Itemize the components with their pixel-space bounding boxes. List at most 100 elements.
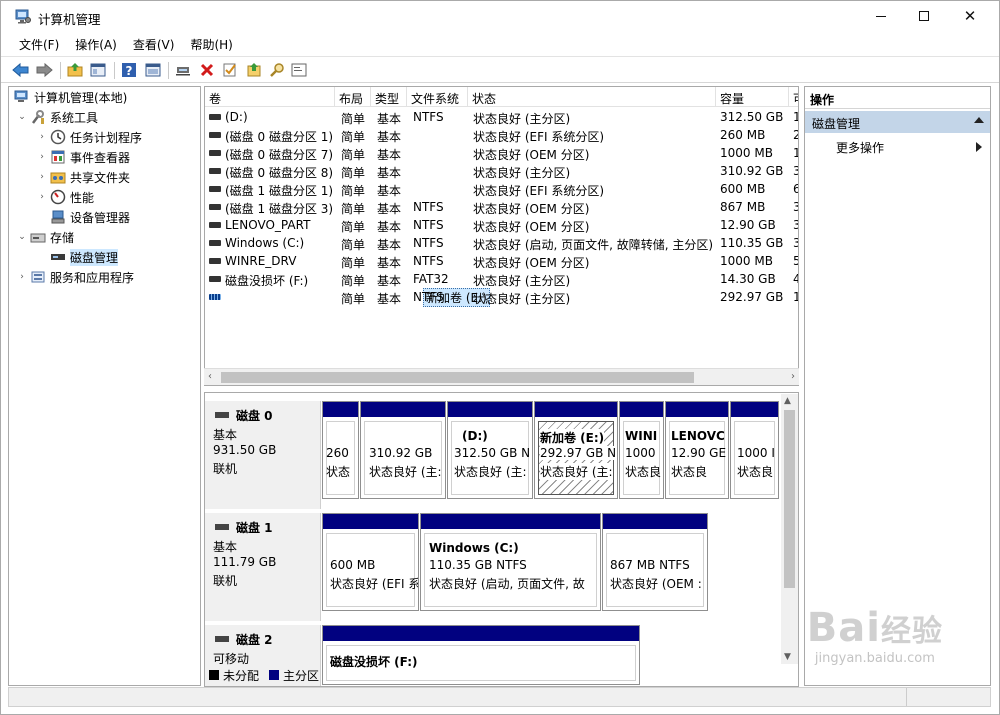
console-icon[interactable] xyxy=(290,61,308,79)
scroll-right-icon[interactable]: › xyxy=(791,371,795,382)
device-manager-icon xyxy=(50,209,66,225)
expanded-arrow-icon[interactable]: ⌄ xyxy=(16,232,28,242)
partition-block[interactable]: 310.92 GB 状态良好 (主: xyxy=(360,401,446,499)
partition-block[interactable]: 867 MB NTFS 状态良好 (OEM : xyxy=(602,513,708,611)
collapsed-arrow-icon[interactable]: › xyxy=(36,152,48,162)
table-row[interactable]: 磁盘没损坏 (F:) 简单基本 FAT32 状态良好 (主分区) 14.30 GB 4 xyxy=(205,270,798,288)
partition-block[interactable]: Windows (C:) 110.35 GB NTFS 状态良好 (启动, 页面… xyxy=(420,513,601,611)
partition-block[interactable]: LENOVC 12.90 GE 状态良 xyxy=(665,401,729,499)
col-filesystem[interactable]: 文件系统 xyxy=(407,87,468,107)
disk-0-row: 磁盘 0 基本 931.50 GB 联机 260 状态 310.92 GB 状态… xyxy=(205,401,780,509)
table-cell: 状态良好 (主分区) xyxy=(473,166,571,180)
partition-block[interactable]: (D:) 312.50 GB N 状态良好 (主: xyxy=(447,401,533,499)
back-icon[interactable] xyxy=(12,61,30,79)
table-row[interactable]: (磁盘 1 磁盘分区 3) 简单 基本 NTFS 状态良好 (OEM 分区) 867 MB… xyxy=(205,198,798,216)
volume-icon xyxy=(209,276,221,282)
partition-block-selected[interactable]: 新加卷 (E:) 292.97 GB N 状态良好 (主: xyxy=(534,401,618,499)
tree-root[interactable]: 计算机管理(本地) xyxy=(12,88,127,106)
baidu-watermark: Bai经验 jingyan.baidu.com xyxy=(806,605,943,666)
col-layout[interactable]: 布局 xyxy=(335,87,371,107)
table-row[interactable]: 新加卷 (E:)简单基本NTFS状态良好 (主分区)292.97 GB1 xyxy=(205,288,798,307)
table-row[interactable]: (磁盘 1 磁盘分区 1) 简单基本 状态良好 (EFI 系统分区) 600 MB 6 xyxy=(205,180,798,198)
tree-item-storage[interactable]: ⌄ 存储 xyxy=(16,228,74,246)
disk-1-label[interactable]: 磁盘 1 基本 111.79 GB 联机 xyxy=(205,513,321,621)
tree-item-event-viewer[interactable]: › 事件查看器 xyxy=(36,148,130,166)
partition-block[interactable]: 磁盘没损坏 (F:) xyxy=(322,625,640,685)
scroll-left-icon[interactable]: ‹ xyxy=(208,371,212,382)
expanded-arrow-icon[interactable]: ⌄ xyxy=(16,112,28,122)
col-capacity[interactable]: 容量 xyxy=(716,87,789,107)
partition-block[interactable]: 600 MB 状态良好 (EFI 系 xyxy=(322,513,419,611)
export-icon[interactable] xyxy=(245,61,263,79)
disk-0-label[interactable]: 磁盘 0 基本 931.50 GB 联机 xyxy=(205,401,321,509)
minimize-button[interactable] xyxy=(858,1,904,31)
scroll-down-icon[interactable]: ▼ xyxy=(784,652,791,662)
col-volume[interactable]: 卷 xyxy=(205,87,335,107)
table-cell: 110.35 GB xyxy=(720,236,784,250)
partition-block[interactable]: WINI 1000 状态良 xyxy=(619,401,664,499)
table-row[interactable]: (磁盘 0 磁盘分区 1) 简单基本 状态良好 (EFI 系统分区) 260 MB 2 xyxy=(205,126,798,144)
help-icon[interactable]: ? xyxy=(120,61,138,79)
table-cell: WINRE_DRV xyxy=(225,254,297,268)
table-row[interactable]: (磁盘 0 磁盘分区 8) 简单基本 状态良好 (主分区) 310.92 GB 3 xyxy=(205,162,798,180)
menu-file[interactable]: 文件(F) xyxy=(1,33,67,55)
table-cell: 3 xyxy=(793,200,798,214)
submenu-arrow-icon xyxy=(976,142,982,152)
tree-item-device-manager[interactable]: 设备管理器 xyxy=(48,208,130,226)
table-cell: (磁盘 0 磁盘分区 7) xyxy=(225,148,333,162)
search-icon[interactable] xyxy=(268,61,286,79)
actions-section-disk-management[interactable]: 磁盘管理 xyxy=(805,111,990,133)
table-cell: 292.97 GB xyxy=(720,290,784,304)
menu-action[interactable]: 操作(A) xyxy=(67,33,125,55)
menu-help[interactable]: 帮助(H) xyxy=(182,33,240,55)
tree-item-services-apps[interactable]: › 服务和应用程序 xyxy=(16,268,134,286)
collapsed-arrow-icon[interactable]: › xyxy=(36,192,48,202)
collapsed-arrow-icon[interactable]: › xyxy=(36,132,48,142)
hscroll-thumb[interactable] xyxy=(221,372,694,383)
check-icon[interactable] xyxy=(221,61,239,79)
up-folder-icon[interactable] xyxy=(66,61,84,79)
volume-icon xyxy=(209,186,221,192)
volume-list-hscrollbar[interactable]: ‹ › xyxy=(204,368,799,385)
close-button[interactable]: ✕ xyxy=(947,1,993,31)
more-actions-item[interactable]: 更多操作 xyxy=(805,136,990,156)
properties-icon[interactable] xyxy=(144,61,162,79)
col-status[interactable]: 状态 xyxy=(468,87,716,107)
tree-item-system-tools[interactable]: ⌄ 系统工具 xyxy=(16,108,98,126)
forward-icon[interactable] xyxy=(35,61,53,79)
table-cell: (磁盘 0 磁盘分区 8) xyxy=(225,166,333,180)
tree-item-performance[interactable]: › 性能 xyxy=(36,188,94,206)
tree-item-disk-management[interactable]: 磁盘管理 xyxy=(48,248,119,266)
partition-block[interactable]: 1000 I 状态良 xyxy=(730,401,779,499)
collapse-up-icon[interactable] xyxy=(974,117,984,123)
disk-icon xyxy=(215,524,229,530)
scroll-up-icon[interactable]: ▲ xyxy=(784,396,791,406)
volume-icon xyxy=(209,240,221,246)
disk-icon xyxy=(50,249,66,265)
table-row[interactable]: (磁盘 0 磁盘分区 7) 简单基本 状态良好 (OEM 分区) 1000 MB 1 xyxy=(205,144,798,162)
close-icon: ✕ xyxy=(963,7,977,25)
connect-icon[interactable] xyxy=(174,61,192,79)
table-row[interactable]: (D:) 简单基本 NTFS 状态良好 (主分区) 312.50 GB 1 xyxy=(205,108,798,126)
maximize-button[interactable] xyxy=(901,1,947,31)
tree-item-shared-folders[interactable]: › 共享文件夹 xyxy=(36,168,130,186)
table-row[interactable]: WINRE_DRV 简单基本 NTFS 状态良好 (OEM 分区) 1000 MB 5 xyxy=(205,252,798,270)
table-cell: 310.92 GB xyxy=(720,164,784,178)
collapsed-arrow-icon[interactable]: › xyxy=(36,172,48,182)
menu-view[interactable]: 查看(V) xyxy=(125,33,183,55)
vscroll-thumb[interactable] xyxy=(784,410,795,588)
legend-swatch-primary xyxy=(269,670,280,680)
table-cell: 3 xyxy=(793,218,798,232)
show-tree-icon[interactable] xyxy=(89,61,107,79)
table-row[interactable]: Windows (C:) 简单 基本 NTFS 状态良好 (启动, 页面文件, 故障转储… xyxy=(205,234,798,252)
computer-management-icon xyxy=(15,9,31,24)
col-type[interactable]: 类型 xyxy=(371,87,407,107)
tree-item-task-scheduler[interactable]: › 任务计划程序 xyxy=(36,128,142,146)
table-row[interactable]: LENOVO_PART 简单 基本 NTFS 状态良好 (OEM 分区) 12.90 GB… xyxy=(205,216,798,234)
partition-block[interactable]: 260 状态 xyxy=(322,401,359,499)
delete-icon[interactable] xyxy=(198,61,216,79)
legend-swatch-unallocated xyxy=(209,670,219,680)
collapsed-arrow-icon[interactable]: › xyxy=(16,272,28,282)
col-free[interactable]: 可 xyxy=(789,87,798,107)
disk-pane-vscrollbar[interactable]: ▲ ▼ xyxy=(781,394,798,664)
